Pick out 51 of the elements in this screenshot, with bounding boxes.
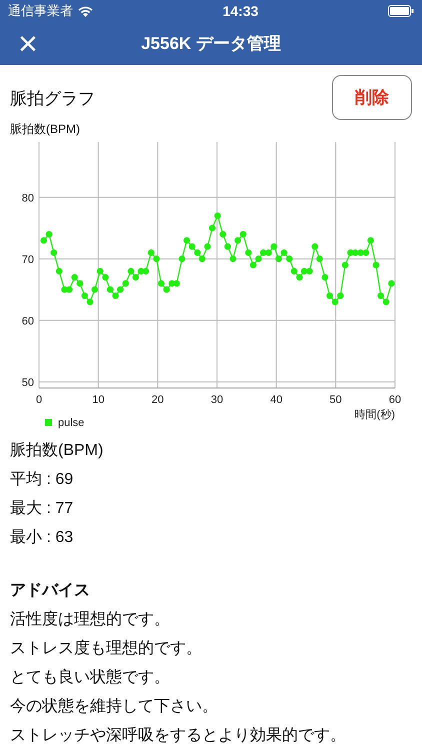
close-button[interactable]: ×	[18, 26, 38, 60]
advice-heading: アドバイス	[10, 581, 91, 601]
legend-swatch	[45, 419, 52, 426]
data-point	[224, 243, 231, 250]
advice-line: ストレス度も理想的です。	[10, 638, 203, 659]
data-point	[316, 256, 323, 262]
data-point	[372, 262, 380, 268]
stat-line: 最大 : 77	[10, 498, 74, 519]
tick-label: 80	[22, 192, 34, 204]
tick-label: 60	[388, 394, 402, 406]
data-point	[56, 268, 62, 274]
tick-label: 30	[210, 394, 224, 406]
tick-label: 20	[152, 394, 164, 406]
advice-line: ストレッチや深呼吸をするとより効果的です。	[10, 726, 347, 746]
data-point	[208, 224, 216, 232]
data-point	[178, 256, 186, 262]
tick-label: 50	[22, 376, 34, 389]
data-point	[245, 249, 252, 256]
stat-line: 平均 : 69	[10, 470, 74, 490]
data-point	[367, 237, 374, 244]
delete-button[interactable]: 削除	[332, 75, 412, 120]
advice-line: とても良い状態です。	[10, 668, 171, 688]
data-point	[204, 243, 211, 250]
data-point	[50, 249, 58, 256]
axis-label: 脈拍数(BPM)	[10, 121, 80, 138]
tick-label: 50	[330, 394, 342, 406]
tick-label: 40	[270, 394, 282, 406]
wifi-icon	[78, 6, 93, 16]
advice-line: 今の状態を維持して下さい。	[10, 696, 219, 717]
data-point	[230, 256, 236, 262]
carrier-name: 通信事業者	[8, 2, 73, 20]
clock-time: 14:33	[222, 3, 258, 19]
battery-icon	[388, 5, 414, 17]
tick-label: 10	[92, 394, 104, 406]
data-point	[322, 274, 328, 281]
data-point	[312, 243, 318, 250]
data-point	[220, 230, 226, 238]
data-point	[388, 280, 395, 287]
legend-label: pulse	[58, 417, 84, 429]
axis-label: 時間(秒)	[354, 409, 395, 421]
data-point	[91, 286, 98, 293]
tick-label: 70	[22, 254, 34, 266]
data-point	[342, 262, 348, 268]
stats-heading: 脈拍数(BPM)	[10, 441, 104, 461]
screen-title: J556K データ管理	[140, 33, 282, 55]
section-title: 脈拍グラフ	[10, 88, 95, 110]
data-point	[214, 212, 221, 220]
advice-line: 活性度は理想的です。	[10, 610, 171, 630]
tick-label: 60	[22, 315, 34, 328]
stat-line: 最小 : 63	[10, 528, 74, 548]
tick-label: 0	[36, 394, 42, 406]
